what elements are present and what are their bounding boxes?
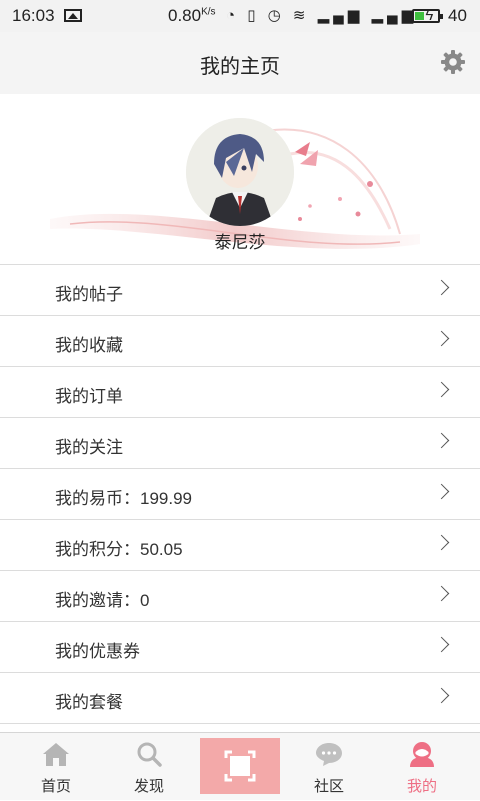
menu-item-label: 我的易币：199.99 xyxy=(55,489,192,508)
gear-icon[interactable] xyxy=(440,49,466,75)
avatar-image xyxy=(186,118,294,226)
scan-button[interactable] xyxy=(200,738,280,794)
status-time: 16:03 xyxy=(12,6,55,25)
image-icon xyxy=(64,9,82,22)
menu-item-label: 我的邀请：0 xyxy=(55,591,150,610)
network-speed-value: 0.80 xyxy=(168,6,202,25)
chevron-right-icon xyxy=(433,483,450,500)
home-icon xyxy=(43,743,69,766)
menu-item-invites[interactable]: 我的邀请：0 xyxy=(0,571,480,622)
profile-banner: 泰尼莎 xyxy=(0,94,480,264)
menu-item-label: 我的收藏 xyxy=(55,336,123,355)
avatar[interactable] xyxy=(186,118,294,226)
status-indicator-icons: ◔ ▯ ◷ ≋ ▂▄▆ ▂▄▆ ϟ xyxy=(226,7,438,24)
menu-item-points[interactable]: 我的积分：50.05 xyxy=(0,520,480,571)
chevron-right-icon xyxy=(433,432,450,449)
menu-item-label: 我的关注 xyxy=(55,438,123,457)
tab-label: 我的 xyxy=(406,778,437,795)
tab-label: 发现 xyxy=(133,778,164,795)
battery-fill xyxy=(415,12,424,20)
page-title: 我的主页 xyxy=(200,56,280,78)
menu-item-coins[interactable]: 我的易币：199.99 xyxy=(0,469,480,520)
chevron-right-icon xyxy=(433,636,450,653)
tab-home[interactable]: 首页 xyxy=(8,733,104,801)
battery-level: 40 xyxy=(448,6,467,25)
profile-menu: 我的帖子 我的收藏 我的订单 我的关注 我的易币：199.99 我的积分：50.… xyxy=(0,264,480,724)
chevron-right-icon xyxy=(433,687,450,704)
chevron-right-icon xyxy=(433,330,450,347)
menu-item-label: 我的套餐 xyxy=(55,693,123,712)
chevron-right-icon xyxy=(433,534,450,551)
tab-community[interactable]: 社区 xyxy=(281,733,377,801)
network-speed: 0.80K/s xyxy=(168,6,216,26)
menu-item-packages[interactable]: 我的套餐 xyxy=(0,673,480,724)
chevron-right-icon xyxy=(433,279,450,296)
chat-bubble-icon xyxy=(316,743,342,766)
network-speed-unit: K/s xyxy=(201,6,216,18)
tab-discover[interactable]: 发现 xyxy=(101,733,197,801)
menu-item-following[interactable]: 我的关注 xyxy=(0,418,480,469)
profile-name: 泰尼莎 xyxy=(214,233,266,252)
user-icon xyxy=(410,742,434,767)
tab-me[interactable]: 我的 xyxy=(374,733,470,801)
menu-item-orders[interactable]: 我的订单 xyxy=(0,367,480,418)
menu-item-label: 我的优惠券 xyxy=(55,642,140,661)
menu-item-label: 我的积分：50.05 xyxy=(55,540,183,559)
menu-item-label: 我的帖子 xyxy=(55,285,123,304)
scan-icon xyxy=(224,750,256,782)
top-header: 我的主页 xyxy=(0,32,480,94)
tab-label: 首页 xyxy=(40,778,71,795)
menu-item-favorites[interactable]: 我的收藏 xyxy=(0,316,480,367)
menu-item-coupons[interactable]: 我的优惠券 xyxy=(0,622,480,673)
chevron-right-icon xyxy=(433,585,450,602)
chevron-right-icon xyxy=(433,381,450,398)
search-icon xyxy=(137,742,162,767)
battery-icon xyxy=(412,9,443,23)
status-bar: 16:03 0.80K/s ◔ ▯ ◷ ≋ ▂▄▆ ▂▄▆ ϟ 40 xyxy=(0,0,480,32)
tab-label: 社区 xyxy=(313,778,344,795)
menu-item-posts[interactable]: 我的帖子 xyxy=(0,264,480,316)
menu-item-label: 我的订单 xyxy=(55,387,123,406)
